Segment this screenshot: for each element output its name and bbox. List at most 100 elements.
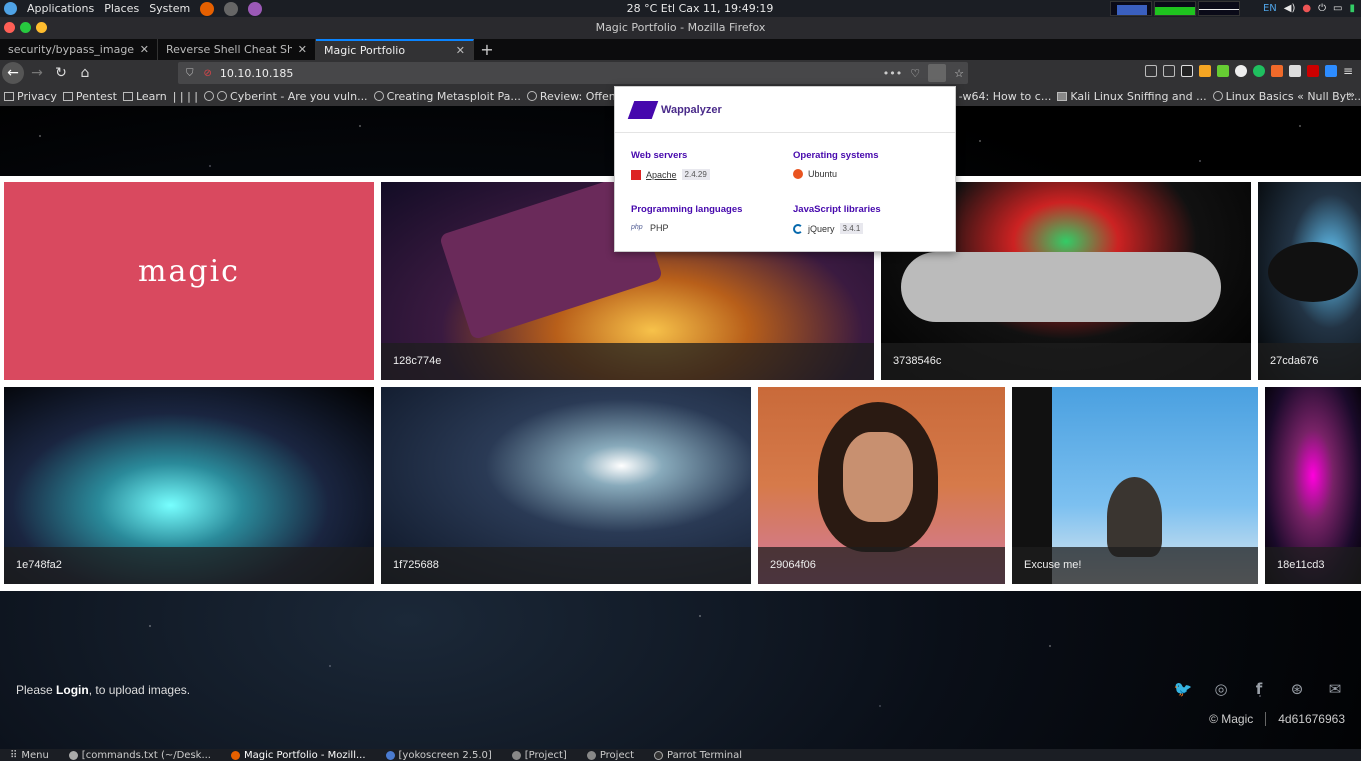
bookmark-folder-pentest[interactable]: Pentest xyxy=(62,90,117,103)
gallery-tile[interactable]: Excuse me! xyxy=(1012,387,1258,584)
chevron-more-icon[interactable]: » xyxy=(1348,88,1355,101)
battery-icon[interactable]: ▮ xyxy=(1349,3,1355,14)
cookie-icon[interactable] xyxy=(1289,65,1301,77)
tab-magic-portfolio[interactable]: Magic Portfolio ✕ xyxy=(316,39,474,60)
new-tab-button[interactable]: + xyxy=(474,39,500,60)
taskbar-item-commands[interactable]: [commands.txt (~/Desk... xyxy=(59,750,221,761)
gallery-tile[interactable]: 1f725688 xyxy=(381,387,751,584)
tech-php[interactable]: php PHP xyxy=(631,223,781,233)
download-extension-icon[interactable] xyxy=(1217,65,1229,77)
top-hat-image xyxy=(1268,242,1358,302)
taskbar-item-terminal[interactable]: Parrot Terminal xyxy=(644,750,752,761)
bookmark-folder-learn[interactable]: Learn xyxy=(122,90,167,103)
tech-version: 2.4.29 xyxy=(681,169,710,180)
tab-strip: security/bypass_image_ ✕ Reverse Shell Ch… xyxy=(0,39,1361,60)
tab-reverse-shell[interactable]: Reverse Shell Cheat Sheet | ✕ xyxy=(158,39,316,60)
dribbble-icon[interactable]: ⊛ xyxy=(1287,680,1307,698)
tech-version: 3.4.1 xyxy=(839,223,864,234)
terminal-launcher-icon[interactable] xyxy=(224,1,239,16)
library-icon[interactable] xyxy=(1145,65,1157,77)
wappalyzer-brand: Wappalyzer xyxy=(661,103,722,116)
page-actions-icon[interactable]: ••• xyxy=(883,67,902,80)
tech-jquery[interactable]: jQuery 3.4.1 xyxy=(793,223,943,234)
gallery-tile[interactable]: 1e748fa2 xyxy=(4,387,374,584)
facebook-icon[interactable]: f xyxy=(1249,680,1269,698)
login-link[interactable]: Login xyxy=(56,683,89,697)
notes-launcher-icon[interactable] xyxy=(248,1,263,16)
back-button[interactable]: ← xyxy=(2,62,24,84)
instagram-icon[interactable]: ◎ xyxy=(1211,680,1231,698)
parrot-logo-icon[interactable] xyxy=(4,2,17,15)
menu-icon: ⠿ xyxy=(10,749,18,761)
pocket-icon[interactable]: ♡ xyxy=(910,67,920,80)
sidebar-icon[interactable] xyxy=(1163,65,1175,77)
foxyproxy-icon[interactable] xyxy=(1271,65,1283,77)
magic-logo-tile[interactable]: magic xyxy=(4,182,374,380)
ubuntu-icon xyxy=(793,169,803,179)
close-tab-icon[interactable]: ✕ xyxy=(298,43,307,56)
bookmark-folder-privacy[interactable]: Privacy xyxy=(4,90,57,103)
bookmark-cyberint[interactable]: Cyberint - Are you vuln... xyxy=(204,90,368,103)
window-title: Magic Portfolio - Mozilla Firefox xyxy=(595,21,766,34)
applications-menu[interactable]: Applications xyxy=(27,2,94,15)
bookmark-kali-sniffing[interactable]: Kali Linux Sniffing and ... xyxy=(1057,90,1207,103)
twitter-icon[interactable]: 🐦 xyxy=(1173,680,1193,698)
taskbar-item-firefox[interactable]: Magic Portfolio - Mozill... xyxy=(221,750,376,761)
tracking-shield-icon[interactable]: ⛉ xyxy=(186,68,194,79)
firefox-launcher-icon[interactable] xyxy=(200,1,215,16)
tech-name[interactable]: PHP xyxy=(650,223,669,233)
tech-ubuntu[interactable]: Ubuntu xyxy=(793,169,943,179)
tab-bypass-image[interactable]: security/bypass_image_ ✕ xyxy=(0,39,158,60)
jquery-icon xyxy=(793,223,803,234)
tech-name[interactable]: Ubuntu xyxy=(808,169,837,179)
taskbar-item-project-bracketed[interactable]: [Project] xyxy=(502,750,577,761)
maximize-window-icon[interactable] xyxy=(20,22,31,33)
gallery-tile[interactable]: 29064f06 xyxy=(758,387,1005,584)
close-window-icon[interactable] xyxy=(4,22,15,33)
gallery-tile[interactable]: 27cda676 xyxy=(1258,182,1361,380)
bookmark-w64[interactable]: -w64: How to c... xyxy=(959,90,1052,103)
taskbar-menu[interactable]: ⠿ Menu xyxy=(0,750,59,761)
wappalyzer-popup: Wappalyzer Web servers Apache 2.4.29 Ope… xyxy=(614,86,956,252)
gear-extension-icon[interactable] xyxy=(1235,65,1247,77)
volume-icon[interactable]: ◀) xyxy=(1284,3,1296,14)
clock-weather[interactable]: 28 °C Etl Cax 11, 19:49:19 xyxy=(600,2,800,15)
close-tab-icon[interactable]: ✕ xyxy=(140,43,149,56)
face-image xyxy=(843,432,913,522)
taskbar-item-yokoscreen[interactable]: [yokoscreen 2.5.0] xyxy=(376,750,502,761)
url-text[interactable]: 10.10.10.185 xyxy=(220,67,293,80)
hamburger-menu-icon[interactable]: ≡ xyxy=(1343,65,1355,77)
magic-logo-text: magic xyxy=(138,254,240,289)
duck-image xyxy=(1107,477,1162,557)
places-menu[interactable]: Places xyxy=(104,2,139,15)
mail-extension-icon[interactable] xyxy=(1199,65,1211,77)
gallery-tile[interactable]: 18e11cd3 xyxy=(1265,387,1361,584)
forward-button[interactable]: → xyxy=(26,62,48,84)
system-menu[interactable]: System xyxy=(149,2,190,15)
window-icon[interactable]: ▭ xyxy=(1333,3,1342,14)
tech-name[interactable]: Apache xyxy=(646,170,677,180)
ublock-icon[interactable] xyxy=(1307,65,1319,77)
url-bar[interactable]: ⛉ ⊘ 10.10.10.185 ••• ♡ ☆ xyxy=(178,62,968,84)
zoom-icon[interactable] xyxy=(1325,65,1337,77)
power-icon[interactable]: ⏻ xyxy=(1318,3,1326,14)
bookmark-linux-basics[interactable]: Linux Basics « Null Byt... xyxy=(1212,90,1361,103)
close-tab-icon[interactable]: ✕ xyxy=(456,44,465,57)
language-indicator[interactable]: EN xyxy=(1263,3,1277,14)
home-button[interactable]: ⌂ xyxy=(74,62,96,84)
tech-apache[interactable]: Apache 2.4.29 xyxy=(631,169,781,180)
tech-name[interactable]: jQuery xyxy=(808,224,835,234)
grammarly-icon[interactable] xyxy=(1253,65,1265,77)
taskbar-item-project[interactable]: Project xyxy=(577,750,644,761)
record-icon[interactable]: ● xyxy=(1302,3,1311,14)
tab-label: security/bypass_image_ xyxy=(8,43,134,56)
mail-icon[interactable]: ✉ xyxy=(1325,680,1345,698)
tux-extension-icon[interactable] xyxy=(1181,65,1193,77)
bookmark-metasploit[interactable]: Creating Metasploit Pa... xyxy=(373,90,521,103)
minimize-window-icon[interactable] xyxy=(36,22,47,33)
bookmark-star-icon[interactable]: ☆ xyxy=(954,67,964,80)
reload-button[interactable]: ↻ xyxy=(50,62,72,84)
insecure-connection-icon[interactable]: ⊘ xyxy=(204,68,212,79)
globe-icon xyxy=(204,91,215,101)
wappalyzer-extension-button[interactable] xyxy=(928,64,947,82)
